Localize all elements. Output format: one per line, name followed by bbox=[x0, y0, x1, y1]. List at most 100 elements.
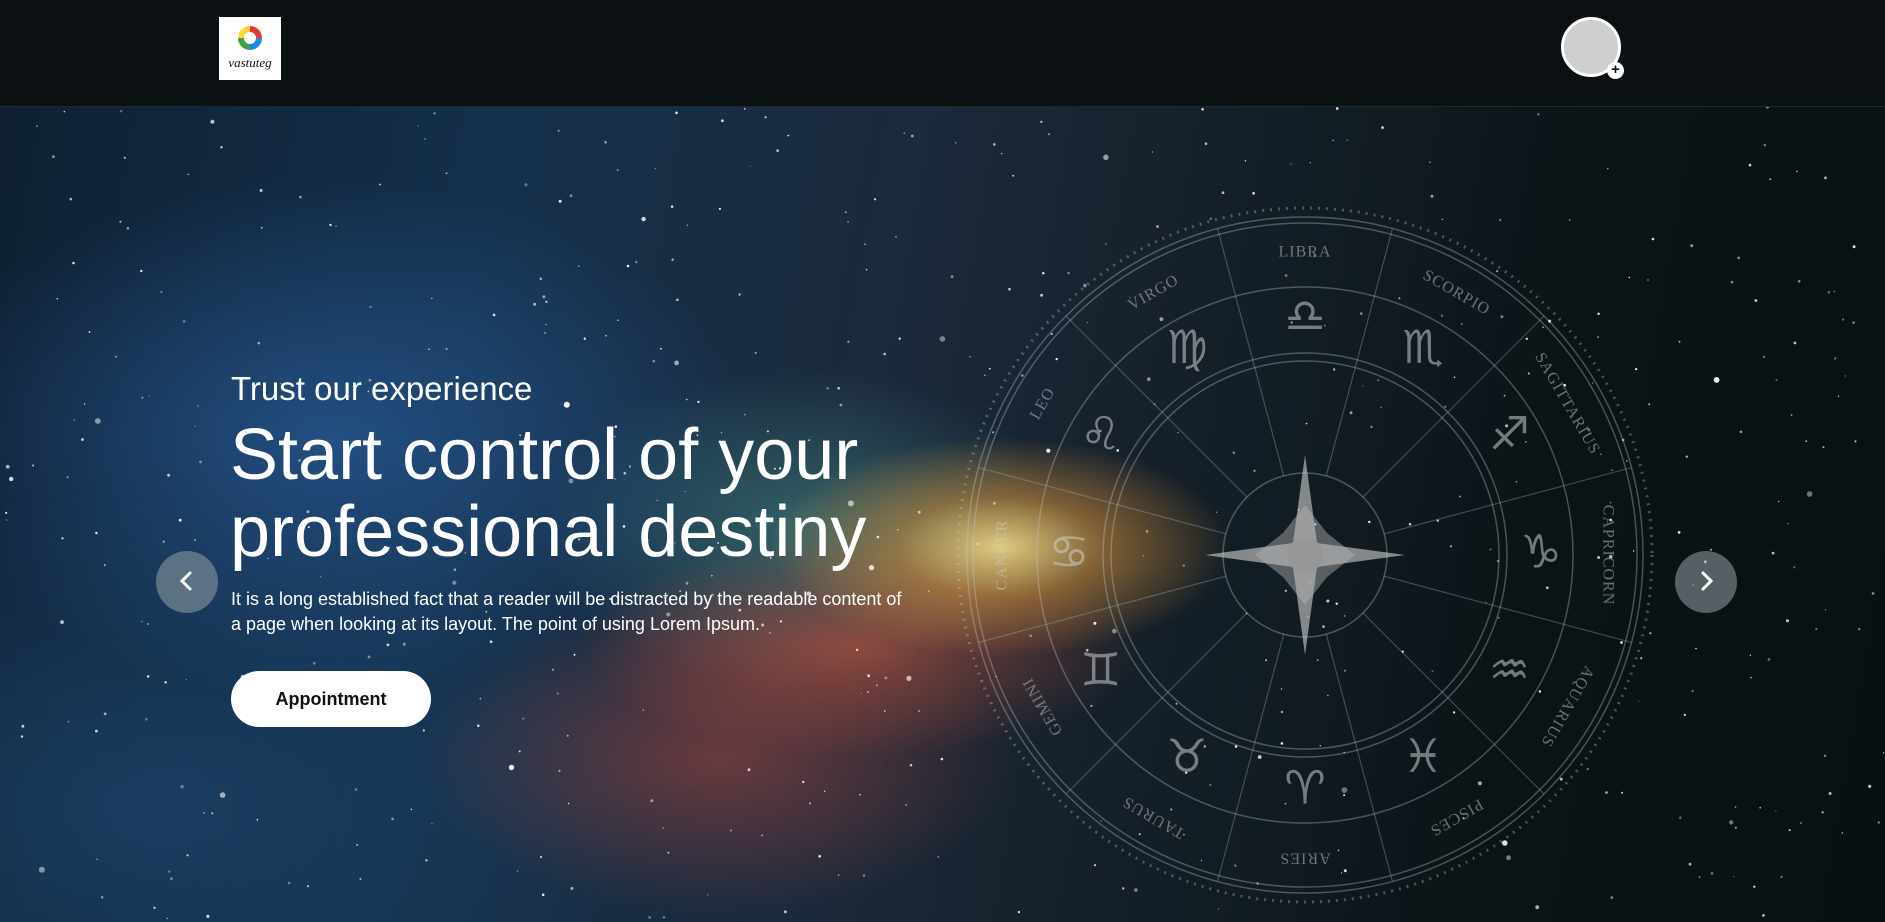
gemini-glyph-icon: ♊ bbox=[1080, 643, 1121, 697]
star bbox=[539, 855, 543, 859]
star bbox=[66, 476, 69, 479]
star bbox=[1775, 379, 1778, 382]
star bbox=[1763, 143, 1767, 147]
star bbox=[1685, 455, 1689, 458]
sagittarius-glyph-icon: ♐ bbox=[1489, 407, 1530, 461]
star bbox=[1834, 357, 1837, 360]
star bbox=[1204, 142, 1208, 145]
star bbox=[319, 575, 322, 578]
star bbox=[567, 802, 570, 805]
star bbox=[1786, 619, 1789, 623]
star bbox=[808, 802, 812, 805]
star bbox=[710, 574, 713, 577]
star bbox=[823, 790, 826, 792]
star bbox=[153, 906, 156, 909]
star bbox=[648, 916, 652, 919]
star bbox=[1688, 862, 1692, 866]
appointment-button[interactable]: Appointment bbox=[231, 671, 431, 727]
star bbox=[88, 331, 91, 333]
leo-glyph-icon: ♌ bbox=[1080, 407, 1121, 461]
star bbox=[826, 387, 829, 390]
star bbox=[917, 510, 921, 514]
star bbox=[203, 812, 205, 814]
star bbox=[422, 729, 425, 732]
star bbox=[860, 692, 862, 695]
star bbox=[573, 653, 576, 656]
star bbox=[686, 224, 689, 226]
scorpio-glyph-icon: ♏ bbox=[1402, 320, 1443, 374]
star bbox=[663, 916, 665, 919]
star bbox=[1877, 821, 1880, 824]
star bbox=[1346, 139, 1349, 142]
star bbox=[667, 851, 670, 854]
star bbox=[206, 914, 210, 919]
wheel-spoke bbox=[1384, 575, 1632, 644]
carousel-next-button[interactable] bbox=[1675, 551, 1737, 613]
star bbox=[1852, 321, 1855, 324]
star bbox=[1017, 910, 1021, 914]
star bbox=[1678, 340, 1681, 343]
star bbox=[837, 874, 840, 877]
star bbox=[626, 264, 630, 268]
brand-logo[interactable]: vastuteg bbox=[219, 17, 281, 80]
wheel-spoke bbox=[1065, 612, 1248, 795]
star bbox=[1799, 822, 1802, 824]
star bbox=[862, 874, 866, 877]
star bbox=[60, 620, 64, 624]
zodiac-label-virgo: VIRGO bbox=[1125, 271, 1182, 314]
star bbox=[356, 844, 359, 846]
star bbox=[36, 125, 38, 127]
wheel-spoke bbox=[1216, 634, 1285, 882]
star bbox=[168, 870, 171, 873]
star bbox=[551, 668, 554, 671]
star bbox=[1805, 440, 1808, 442]
star bbox=[120, 110, 123, 113]
star bbox=[479, 697, 482, 700]
star bbox=[557, 129, 560, 132]
star bbox=[1762, 355, 1765, 358]
zodiac-wheel: LIBRASCORPIOSAGITTARIUSCAPRICORNAQUARIUS… bbox=[956, 206, 1654, 904]
star bbox=[1815, 628, 1818, 631]
star bbox=[1713, 377, 1720, 383]
star bbox=[676, 298, 679, 302]
zodiac-label-pisces: PISCES bbox=[1427, 795, 1486, 839]
wheel-spoke bbox=[1325, 228, 1394, 476]
star bbox=[329, 223, 332, 227]
zodiac-label-sagittarius: SAGITTARIUS bbox=[1531, 350, 1603, 458]
star bbox=[210, 119, 215, 124]
star bbox=[145, 718, 148, 721]
wheel-spoke bbox=[1362, 612, 1545, 795]
star bbox=[905, 804, 908, 806]
star bbox=[477, 724, 480, 727]
star bbox=[654, 167, 656, 170]
star bbox=[445, 347, 448, 350]
star bbox=[787, 134, 790, 137]
star bbox=[545, 324, 547, 326]
star bbox=[747, 768, 751, 772]
star bbox=[1828, 792, 1832, 795]
star bbox=[1244, 160, 1247, 162]
star bbox=[1883, 752, 1885, 754]
star bbox=[1537, 113, 1540, 116]
star bbox=[729, 829, 733, 832]
star bbox=[524, 183, 528, 187]
zodiac-label-cancer: CANCER bbox=[994, 520, 1011, 591]
star bbox=[32, 464, 35, 467]
star bbox=[1806, 491, 1813, 497]
star bbox=[1221, 191, 1225, 194]
star bbox=[566, 734, 569, 737]
star bbox=[1797, 279, 1801, 283]
star bbox=[749, 165, 751, 167]
libra-glyph-icon: ♎ bbox=[1284, 289, 1325, 343]
star bbox=[864, 243, 866, 245]
star bbox=[650, 799, 654, 803]
star bbox=[335, 225, 337, 228]
star bbox=[367, 655, 371, 659]
star bbox=[1775, 810, 1777, 812]
star bbox=[884, 710, 886, 712]
star bbox=[257, 341, 261, 345]
carousel-prev-button[interactable] bbox=[156, 551, 218, 613]
star bbox=[104, 564, 106, 566]
avatar-add-button[interactable]: + bbox=[1607, 62, 1624, 79]
star bbox=[72, 261, 75, 265]
